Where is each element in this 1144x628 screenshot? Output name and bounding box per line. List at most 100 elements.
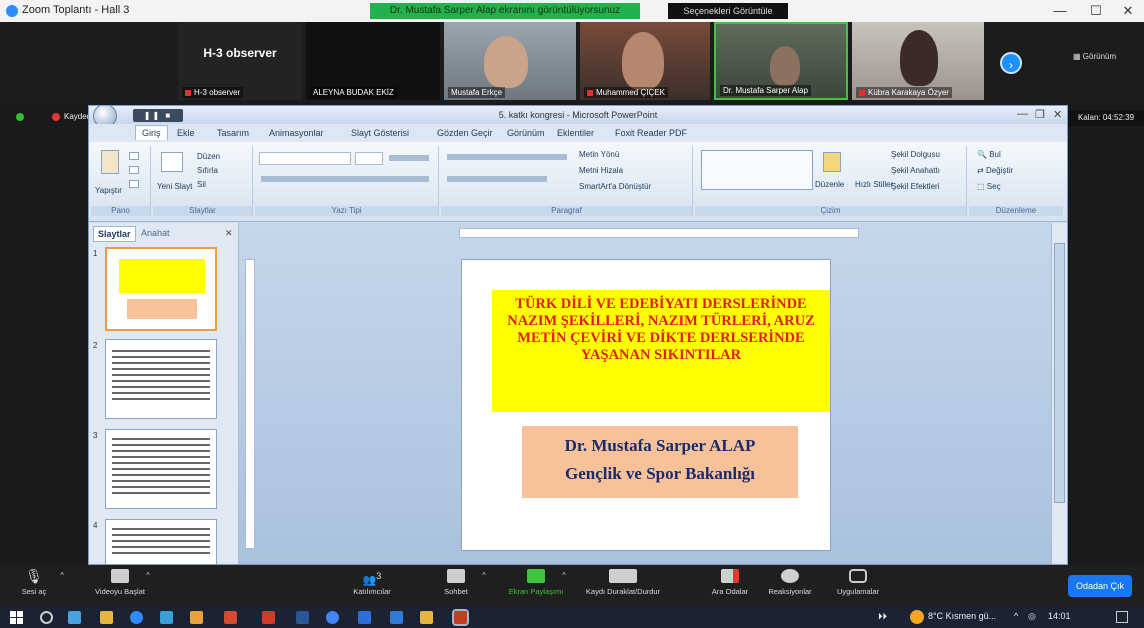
apps-button[interactable]: Uygulamalar bbox=[818, 569, 898, 596]
ppt-close-icon[interactable]: ✕ bbox=[1053, 108, 1062, 121]
tray-app-icon[interactable]: ⏵⏵ bbox=[878, 611, 887, 622]
participants-button[interactable]: 👥3 Katılımcılar bbox=[332, 569, 412, 596]
participant-tile[interactable]: H-3 observer H-3 observer bbox=[178, 22, 302, 100]
participant-name: Muhammed ÇIÇEK bbox=[596, 88, 665, 97]
tray-expand-icon[interactable]: ^ bbox=[1014, 611, 1018, 621]
folder-icon[interactable] bbox=[420, 611, 433, 624]
chevron-up-icon[interactable]: ^ bbox=[562, 571, 566, 580]
new-slide-icon[interactable] bbox=[161, 152, 183, 172]
author-block[interactable]: Dr. Mustafa Sarper ALAP Gençlik ve Spor … bbox=[522, 432, 798, 488]
delete-button[interactable]: Sil bbox=[197, 180, 206, 189]
tab-outline-pane[interactable]: Anahat bbox=[137, 226, 174, 240]
clock[interactable]: 14:01 bbox=[1048, 611, 1071, 621]
alignment-buttons[interactable] bbox=[447, 176, 547, 182]
chevron-up-icon[interactable]: ^ bbox=[146, 571, 150, 580]
slide-thumbnail-1[interactable] bbox=[105, 247, 217, 331]
tab-foxit[interactable]: Foxit Reader PDF bbox=[615, 128, 687, 138]
participant-tile-active[interactable]: Dr. Mustafa Sarper Alap bbox=[714, 22, 848, 100]
current-slide[interactable]: TÜRK DİLİ VE EDEBİYATI DERSLERİNDE NAZIM… bbox=[461, 259, 831, 551]
acrobat-icon[interactable] bbox=[262, 611, 275, 624]
leave-room-button[interactable]: Odadan Çık bbox=[1068, 575, 1132, 597]
slide-thumbnail-4[interactable] bbox=[105, 519, 217, 564]
view-button[interactable]: ▦ Görünüm bbox=[1073, 52, 1116, 61]
store-icon[interactable] bbox=[190, 611, 203, 624]
participant-tile[interactable]: Mustafa Erkçe bbox=[444, 22, 576, 100]
photos-icon[interactable] bbox=[358, 611, 371, 624]
arrange-button[interactable]: Düzenle bbox=[815, 180, 844, 189]
cut-icon[interactable] bbox=[129, 152, 139, 160]
tab-slides-pane[interactable]: Slaytlar bbox=[93, 226, 136, 242]
scrollbar-thumb[interactable] bbox=[1054, 243, 1065, 503]
tab-addins[interactable]: Eklentiler bbox=[557, 128, 594, 138]
start-video-button[interactable]: Videoyu Başlat ^ bbox=[80, 569, 160, 596]
thumb-text-line bbox=[112, 540, 210, 542]
weather-text[interactable]: 8°C Kısmen gü... bbox=[928, 611, 996, 621]
pdf-reader-icon[interactable] bbox=[224, 611, 237, 624]
participant-tile[interactable]: ALEYNA BUDAK EKİZ bbox=[306, 22, 440, 100]
network-icon[interactable]: ◎ bbox=[1028, 611, 1036, 622]
slide-title[interactable]: TÜRK DİLİ VE EDEBİYATI DERSLERİNDE NAZIM… bbox=[492, 296, 830, 364]
tab-view[interactable]: Görünüm bbox=[507, 128, 545, 138]
file-explorer-icon[interactable] bbox=[100, 611, 113, 624]
tab-animations[interactable]: Animasyonlar bbox=[269, 128, 324, 138]
notification-icon[interactable] bbox=[1116, 611, 1128, 623]
close-button[interactable]: ✕ bbox=[1114, 2, 1142, 20]
layout-button[interactable]: Düzen bbox=[197, 152, 220, 161]
paste-icon[interactable] bbox=[101, 150, 119, 174]
copy-icon[interactable] bbox=[129, 166, 139, 174]
next-page-arrow-icon[interactable]: › bbox=[1000, 52, 1022, 74]
align-text-button[interactable]: Metni Hizala bbox=[579, 166, 623, 175]
shape-outline-button[interactable]: Şekil Anahattı bbox=[891, 166, 940, 175]
replace-button[interactable]: ⇄ Değiştir bbox=[977, 166, 1013, 175]
vertical-scrollbar[interactable] bbox=[1051, 223, 1067, 564]
paragraph-group: Metin Yönü Metni Hizala SmartArt'a Dönüş… bbox=[441, 146, 693, 216]
slide-thumbnail-3[interactable] bbox=[105, 429, 217, 509]
ppt-minimize-icon[interactable]: — bbox=[1017, 108, 1028, 120]
chevron-up-icon[interactable]: ^ bbox=[60, 571, 64, 580]
windows-start-icon[interactable] bbox=[10, 611, 23, 624]
slide-thumbnail-2[interactable] bbox=[105, 339, 217, 419]
select-button[interactable]: ⬚ Seç bbox=[977, 182, 1001, 191]
shapes-gallery[interactable] bbox=[701, 150, 813, 190]
shape-fill-button[interactable]: Şekil Dolgusu bbox=[891, 150, 940, 159]
shape-effects-button[interactable]: Şekil Efektleri bbox=[891, 182, 939, 191]
convert-smartart-button[interactable]: SmartArt'a Dönüştür bbox=[579, 182, 651, 191]
participant-tile[interactable]: Muhammed ÇIÇEK bbox=[580, 22, 710, 100]
pane-close-icon[interactable]: ✕ bbox=[225, 228, 233, 239]
ppt-restore-icon[interactable]: ❐ bbox=[1035, 108, 1045, 121]
tab-design[interactable]: Tasarım bbox=[217, 128, 249, 138]
font-format-buttons[interactable] bbox=[261, 176, 429, 182]
mail-icon[interactable] bbox=[390, 611, 403, 624]
minimize-button[interactable]: — bbox=[1046, 2, 1074, 20]
participant-tile[interactable]: Kübra Karakaya Özyer bbox=[852, 22, 984, 100]
find-label: Bul bbox=[989, 150, 1001, 159]
list-indent-buttons[interactable] bbox=[447, 154, 567, 160]
format-painter-icon[interactable] bbox=[129, 180, 139, 188]
tab-insert[interactable]: Ekle bbox=[177, 128, 195, 138]
task-view-icon[interactable] bbox=[68, 611, 81, 624]
grow-shrink-font-icon[interactable] bbox=[389, 155, 429, 161]
search-icon[interactable] bbox=[40, 611, 53, 624]
edge-icon[interactable] bbox=[160, 611, 173, 624]
chevron-up-icon[interactable]: ^ bbox=[482, 571, 486, 580]
unmute-button[interactable]: 🎙 Sesi aç ^ bbox=[0, 569, 74, 596]
tab-review[interactable]: Gözden Geçir bbox=[437, 128, 493, 138]
reset-button[interactable]: Sıfırla bbox=[197, 166, 218, 175]
powerpoint-taskbar-icon[interactable] bbox=[452, 609, 469, 626]
view-options-button[interactable]: Seçenekleri Görüntüle bbox=[668, 3, 788, 19]
share-screen-label: Ekran Paylaşımı bbox=[508, 587, 564, 596]
tab-home[interactable]: Giriş bbox=[135, 125, 168, 140]
word-icon[interactable] bbox=[296, 611, 309, 624]
chrome-icon[interactable] bbox=[326, 611, 339, 624]
font-name-field[interactable] bbox=[259, 152, 351, 165]
text-direction-button[interactable]: Metin Yönü bbox=[579, 150, 619, 159]
maximize-button[interactable]: ☐ bbox=[1082, 2, 1110, 20]
quick-styles-icon[interactable] bbox=[823, 152, 841, 172]
zoom-taskbar-icon[interactable] bbox=[130, 611, 143, 624]
share-screen-button[interactable]: Ekran Paylaşımı ^ bbox=[496, 569, 576, 596]
tab-slide-show[interactable]: Slayt Gösterisi bbox=[351, 128, 409, 138]
font-size-field[interactable] bbox=[355, 152, 383, 165]
find-button[interactable]: 🔍 Bul bbox=[977, 150, 1001, 159]
chat-button[interactable]: Sohbet ^ bbox=[416, 569, 496, 596]
pause-stop-recording-button[interactable]: Kaydı Duraklat/Durdur bbox=[576, 569, 670, 596]
